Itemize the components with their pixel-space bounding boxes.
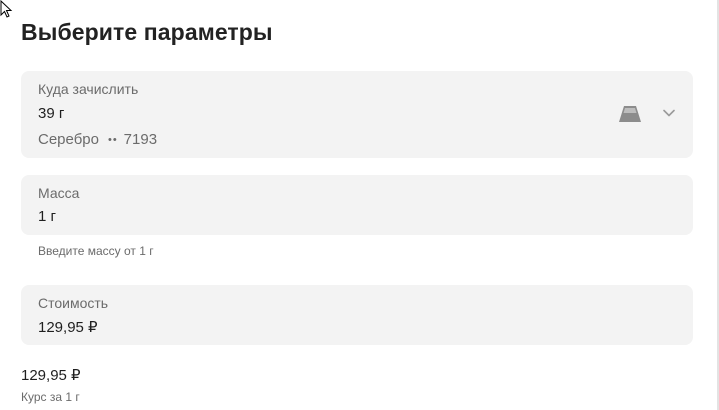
page: Выберите параметры Куда зачислить 39 г С… <box>0 0 719 410</box>
destination-account: Серебро •• 7193 <box>38 131 157 148</box>
destination-label: Куда зачислить <box>38 81 139 97</box>
account-type: Серебро <box>38 131 99 148</box>
destination-value: 39 г <box>38 105 65 122</box>
mass-input-value[interactable]: 1 г <box>38 208 56 225</box>
mouse-cursor-icon <box>0 0 13 18</box>
rate-value: 129,95 ₽ <box>21 367 81 384</box>
page-title: Выберите параметры <box>21 19 273 45</box>
cost-field[interactable]: Стоимость 129,95 ₽ <box>21 285 693 345</box>
mass-hint: Введите массу от 1 г <box>38 244 154 258</box>
cost-input-value[interactable]: 129,95 ₽ <box>38 318 98 336</box>
metal-bar-icon <box>619 106 641 122</box>
destination-selector[interactable]: Куда зачислить 39 г Серебро •• 7193 <box>21 71 693 158</box>
account-number: 7193 <box>123 131 158 148</box>
mass-label: Масса <box>38 185 80 201</box>
rate-label: Курс за 1 г <box>21 390 80 404</box>
account-mask: •• <box>107 133 118 146</box>
chevron-down-icon[interactable] <box>663 109 675 117</box>
mass-field[interactable]: Масса 1 г <box>21 175 693 235</box>
cost-label: Стоимость <box>38 295 109 311</box>
